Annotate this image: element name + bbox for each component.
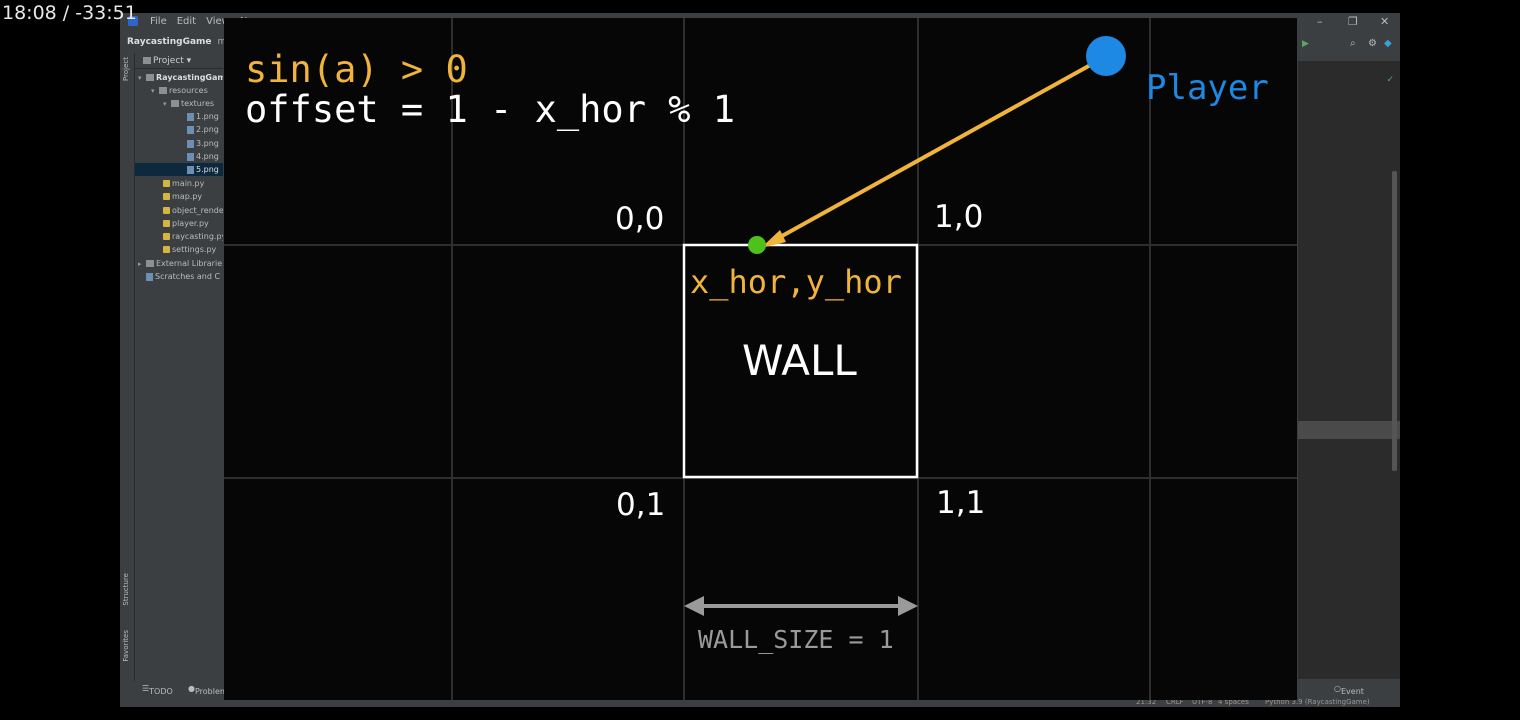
formula-sin-condition: sin(a) > 0 (245, 48, 468, 91)
search-icon[interactable]: ⌕ (1350, 38, 1356, 49)
restore-icon[interactable]: ❐ (1348, 15, 1358, 28)
formula-offset: offset = 1 - x_hor % 1 (245, 88, 736, 131)
hit-point-label: x_hor,y_hor (690, 263, 902, 301)
tab-project-side[interactable]: Project (122, 57, 130, 81)
project-view-icon (143, 57, 151, 64)
python-file-icon (163, 180, 170, 187)
coord-label-1-1: 1,1 (936, 485, 986, 521)
project-header-label: Project (153, 56, 184, 66)
coord-label-1-0: 1,0 (934, 199, 984, 235)
tree-file-main[interactable]: main.py (163, 177, 204, 190)
dimension-arrow-right (898, 596, 918, 616)
folder-icon (171, 100, 179, 107)
tree-file-player[interactable]: player.py (163, 217, 209, 230)
player-dot (1086, 36, 1126, 76)
editor-scrollbar[interactable] (1392, 171, 1397, 471)
chevron-right-icon: ▸ (138, 260, 142, 268)
tree-external-libraries[interactable]: ▸ External Librarie (138, 257, 222, 270)
plugin-icon[interactable]: ◆ (1384, 38, 1392, 49)
scratch-icon (146, 272, 153, 281)
check-icon: ✓ (1386, 75, 1394, 85)
raycasting-diagram: sin(a) > 0 offset = 1 - x_hor % 1 Player… (224, 18, 1297, 700)
dimension-arrow-left (684, 596, 704, 616)
library-icon (146, 260, 154, 267)
coord-label-0-0: 0,0 (615, 201, 665, 237)
python-file-icon (163, 220, 170, 227)
left-tool-strip: Project Structure Favorites (120, 53, 135, 703)
tree-file-raycasting[interactable]: raycasting.py (163, 230, 223, 243)
tab-problems[interactable]: ● Problem (188, 684, 228, 696)
editor-current-line (1298, 421, 1400, 439)
breadcrumb-project[interactable]: RaycastingGame (127, 37, 212, 47)
chevron-down-icon: ▾ (138, 74, 142, 82)
editor-right-area: ✓ (1298, 61, 1400, 679)
run-icon[interactable]: ▶ (1302, 39, 1309, 49)
project-panel: Project ▾ ▾ RaycastingGam ▾ resources ▾ tex… (135, 53, 223, 673)
tree-folder-resources[interactable]: ▾ resources (151, 84, 208, 97)
chevron-down-icon: ▾ (151, 87, 155, 95)
tree-file-5png[interactable]: 5.png (135, 163, 223, 176)
image-file-icon (187, 165, 194, 174)
menu-file[interactable]: File (150, 16, 167, 27)
folder-icon (146, 74, 154, 81)
close-icon[interactable]: ✕ (1380, 15, 1389, 28)
tab-todo[interactable]: ☰ TODO (142, 684, 173, 696)
python-file-icon (163, 193, 170, 200)
tab-event-log[interactable]: ○ Event Log (1334, 684, 1364, 705)
image-file-icon (187, 125, 194, 134)
minimize-icon[interactable]: – (1317, 15, 1323, 28)
tree-file-object-renderer[interactable]: object_rende (163, 204, 223, 217)
player-label: Player (1146, 68, 1269, 108)
coord-label-0-1: 0,1 (616, 487, 666, 523)
tree-file-settings[interactable]: settings.py (163, 243, 216, 256)
tree-file-4png[interactable]: 4.png (187, 150, 219, 163)
tab-structure-side[interactable]: Structure (122, 573, 130, 606)
wall-size-dimension (684, 596, 918, 616)
video-timestamp: 18:08 / -33:51 (2, 2, 137, 24)
tree-file-1png[interactable]: 1.png (187, 110, 219, 123)
tree-file-map[interactable]: map.py (163, 190, 202, 203)
image-file-icon (187, 112, 194, 121)
tree-folder-textures[interactable]: ▾ textures (163, 97, 214, 110)
right-toolbar: ▶ ⌕ ⚙ ◆ (1298, 33, 1400, 61)
python-file-icon (163, 233, 170, 240)
hit-point-dot (748, 236, 766, 254)
gear-icon[interactable]: ⚙ (1368, 38, 1377, 49)
python-file-icon (163, 207, 170, 214)
tree-file-3png[interactable]: 3.png (187, 137, 219, 150)
image-file-icon (187, 139, 194, 148)
folder-icon (159, 87, 167, 94)
tree-scratches[interactable]: Scratches and C (146, 270, 220, 283)
wall-label: WALL (742, 336, 857, 385)
tree-root[interactable]: ▾ RaycastingGam (138, 71, 223, 84)
menu-edit[interactable]: Edit (177, 16, 196, 27)
tree-file-2png[interactable]: 2.png (187, 123, 219, 136)
wall-size-label: WALL_SIZE = 1 (698, 625, 894, 654)
python-file-icon (163, 246, 170, 253)
project-panel-header[interactable]: Project ▾ (135, 53, 223, 69)
breadcrumb: RaycastingGame m (127, 37, 226, 47)
image-file-icon (187, 152, 194, 161)
tab-favorites-side[interactable]: Favorites (122, 630, 130, 662)
chevron-down-icon: ▾ (163, 100, 167, 108)
